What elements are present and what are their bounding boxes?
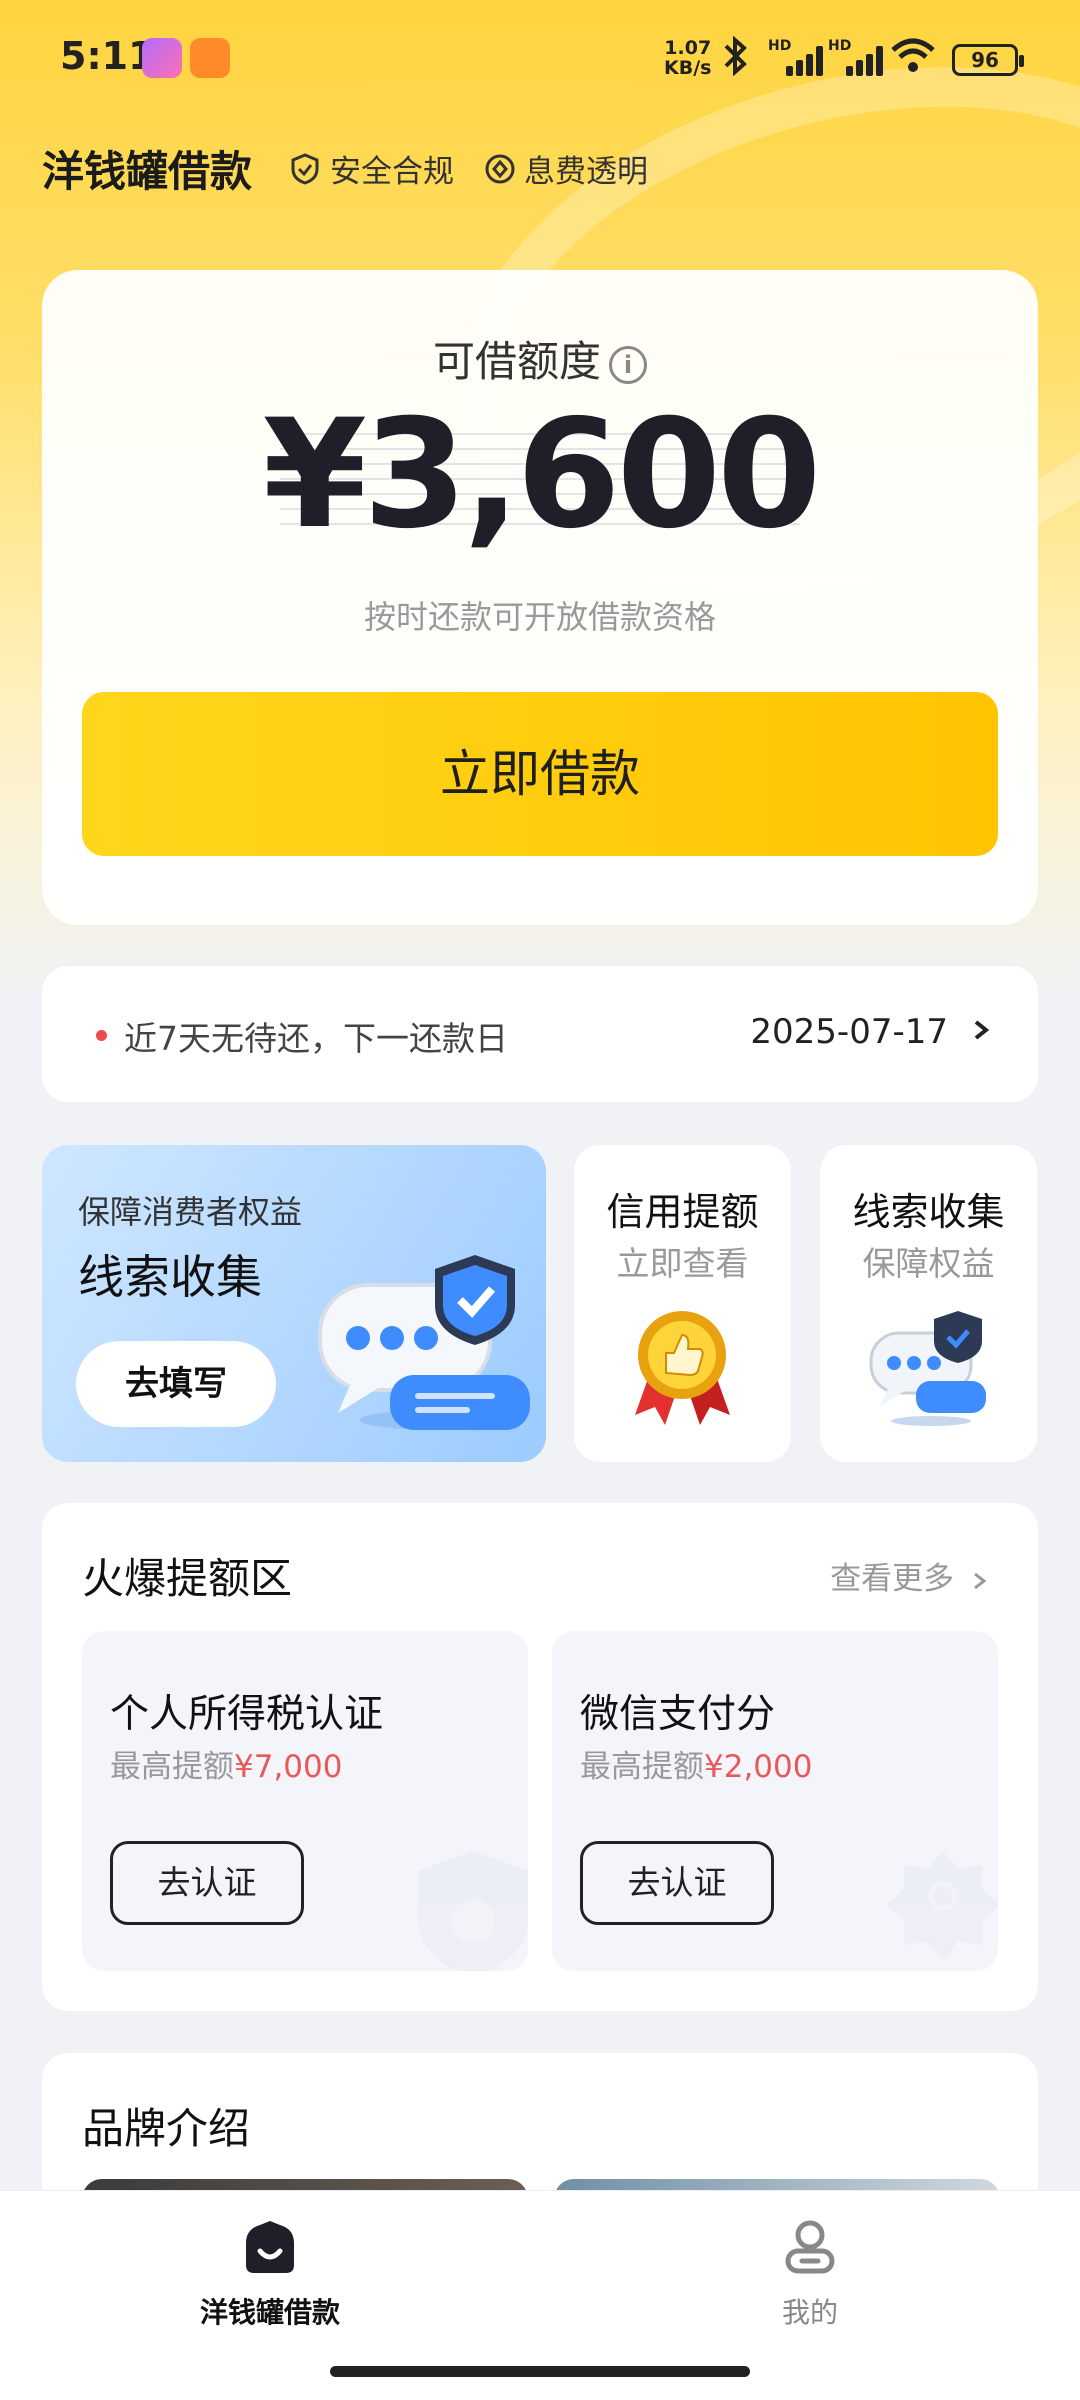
- repay-date: 2025-07-17: [750, 1012, 948, 1052]
- battery-indicator: 96: [952, 44, 1024, 76]
- medal-thumbs-up-icon: [635, 1311, 730, 1425]
- tab-home[interactable]: 洋钱罐借款: [140, 2217, 400, 2331]
- fill-in-button[interactable]: 去填写: [76, 1341, 276, 1427]
- chat-bubble-shield-icon: [869, 1311, 986, 1426]
- signal-1-icon: HD: [768, 38, 828, 76]
- quota-subtitle: 按时还款可开放借款资格: [363, 598, 716, 636]
- quota-card: 可借额度 i ¥3,600 按时还款可开放借款资格 立即借款: [42, 270, 1038, 925]
- badge-user-icon: [886, 1851, 998, 1961]
- badge-safe-label: 安全合规: [330, 154, 454, 190]
- bluetooth-icon: [718, 35, 752, 85]
- wifi-icon: [890, 36, 936, 85]
- user-profile-icon: [785, 2220, 835, 2274]
- chat-bubble-shield-icon: [318, 1255, 530, 1430]
- mini-card-subtitle: 保障权益: [862, 1244, 995, 1283]
- money-bag-shield-icon: [418, 1851, 528, 1971]
- signal-2-icon: HD: [828, 38, 888, 76]
- authenticate-button[interactable]: 去认证: [580, 1841, 774, 1925]
- boost-card-title: 个人所得税认证: [110, 1692, 384, 1737]
- promo-lead-collection-mini-card[interactable]: 线索收集 保障权益: [820, 1145, 1037, 1462]
- boost-card-max-amount: ¥2,000: [704, 1749, 813, 1785]
- boost-card-max: 最高提额¥2,000: [580, 1741, 812, 1786]
- net-speed-value: 1.07: [664, 37, 712, 59]
- badge-fee-label: 息费透明: [524, 154, 648, 190]
- boost-card-max-prefix: 最高提额: [580, 1749, 704, 1785]
- repay-info-row[interactable]: 近7天无待还，下一还款日 2025-07-17: [42, 966, 1038, 1102]
- section-title: 品牌介绍: [82, 2104, 251, 2153]
- coin-icon: [484, 153, 515, 185]
- tab-mine-label: 我的: [781, 2296, 838, 2329]
- chevron-right-icon: [970, 1010, 994, 1059]
- promo-subtitle: 保障消费者权益: [78, 1193, 303, 1231]
- mini-card-subtitle: 立即查看: [616, 1244, 749, 1283]
- mini-card-title: 信用提额: [606, 1190, 759, 1234]
- boost-card-max-prefix: 最高提额: [110, 1749, 234, 1785]
- signal-1-hd-label: HD: [768, 38, 792, 54]
- status-bar: 5:11 1.07 KB/s HD HD 96: [0, 0, 1080, 120]
- borrow-now-button[interactable]: 立即借款: [82, 692, 998, 856]
- hot-boost-section: 火爆提额区 查看更多 个人所得税认证 最高提额¥7,000 去认证 微信支付分 …: [42, 1503, 1038, 2011]
- home-piggy-icon: [246, 2221, 294, 2273]
- tab-mine[interactable]: 我的: [680, 2217, 940, 2331]
- signal-2-hd-label: HD: [828, 38, 852, 54]
- authenticate-button[interactable]: 去认证: [110, 1841, 304, 1925]
- see-more-label: 查看更多: [830, 1561, 955, 1597]
- home-indicator[interactable]: [330, 2366, 750, 2377]
- badge-safe: 安全合规: [290, 146, 454, 191]
- promo-credit-boost-card[interactable]: 信用提额 立即查看: [574, 1145, 791, 1462]
- shield-check-icon: [290, 152, 320, 185]
- section-title: 火爆提额区: [82, 1554, 293, 1603]
- net-speed-unit: KB/s: [664, 57, 712, 79]
- notification-shop-icon: [190, 38, 230, 78]
- see-more-link[interactable]: 查看更多: [830, 1553, 990, 1598]
- wechat-score-card[interactable]: 微信支付分 最高提额¥2,000 去认证: [552, 1631, 998, 1971]
- mini-card-title: 线索收集: [852, 1190, 1005, 1234]
- net-speed: 1.07 KB/s: [664, 38, 711, 78]
- boost-card-max: 最高提额¥7,000: [110, 1741, 342, 1786]
- boost-card-max-amount: ¥7,000: [234, 1749, 343, 1785]
- notification-app-icon: [142, 38, 182, 78]
- info-icon[interactable]: i: [609, 345, 647, 384]
- boost-card-title: 微信支付分: [580, 1692, 776, 1737]
- promo-lead-collection-card[interactable]: 保障消费者权益 线索收集 去填写: [42, 1145, 546, 1462]
- quota-label-row: 可借额度 i: [42, 328, 1038, 389]
- repay-text: 近7天无待还，下一还款日: [124, 1019, 508, 1058]
- chevron-right-icon: [974, 1572, 987, 1589]
- repay-dot-icon: [96, 1030, 107, 1041]
- badge-fee: 息费透明: [484, 146, 648, 191]
- tab-home-label: 洋钱罐借款: [199, 2296, 340, 2329]
- status-time: 5:11: [60, 34, 155, 78]
- promo-title: 线索收集: [78, 1250, 262, 1304]
- quota-amount: ¥3,600: [262, 388, 822, 562]
- quota-label: 可借额度: [432, 337, 601, 386]
- tax-auth-card[interactable]: 个人所得税认证 最高提额¥7,000 去认证: [82, 1631, 528, 1971]
- app-title: 洋钱罐借款: [42, 147, 253, 196]
